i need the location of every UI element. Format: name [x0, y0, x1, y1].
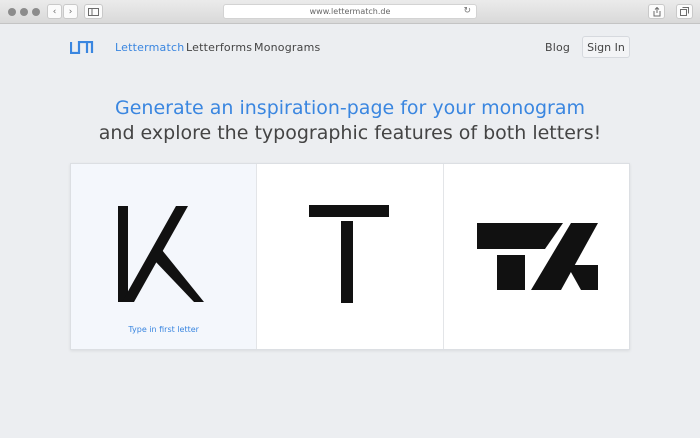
address-bar[interactable]: www.lettermatch.de ↻	[223, 4, 477, 19]
share-icon	[653, 6, 660, 16]
letter-t-glyph	[309, 205, 390, 303]
browser-toolbar: ‹ › www.lettermatch.de ↻	[0, 0, 700, 24]
lettermatch-logo-icon[interactable]	[69, 39, 94, 58]
tabs-icon	[680, 7, 689, 16]
headline-line-2: and explore the typographic features of …	[98, 122, 602, 144]
monogram-card[interactable]	[444, 164, 629, 349]
chevron-left-icon: ‹	[52, 6, 57, 17]
sidebar-button[interactable]	[84, 4, 103, 19]
url-text: www.lettermatch.de	[309, 7, 391, 16]
monogram-tk-glyph	[476, 223, 598, 290]
sign-in-button[interactable]: Sign In	[582, 36, 630, 58]
chevron-right-icon: ›	[68, 6, 73, 17]
nav-letterforms[interactable]: Letterforms	[186, 41, 252, 54]
first-letter-card[interactable]: Type in first letter	[71, 164, 258, 349]
headline-line-1: Generate an inspiration-page for your mo…	[114, 97, 585, 119]
first-letter-hint: Type in first letter	[128, 325, 199, 334]
letter-k-glyph	[118, 206, 204, 302]
monogram-cards: Type in first letter	[70, 163, 630, 350]
back-button[interactable]: ‹	[47, 4, 62, 19]
hero-headline: Generate an inspiration-page for your mo…	[0, 96, 700, 146]
share-button[interactable]	[648, 4, 665, 19]
sidebar-icon	[88, 7, 99, 16]
nav-blog[interactable]: Blog	[545, 41, 570, 54]
nav-lettermatch[interactable]: Lettermatch	[115, 41, 184, 54]
forward-button[interactable]: ›	[63, 4, 78, 19]
close-window-icon[interactable]	[8, 8, 16, 16]
minimize-window-icon[interactable]	[20, 8, 28, 16]
reload-icon[interactable]: ↻	[463, 6, 471, 16]
zoom-window-icon[interactable]	[32, 8, 40, 16]
second-letter-card[interactable]	[257, 164, 444, 349]
nav-monograms[interactable]: Monograms	[254, 41, 320, 54]
tabs-button[interactable]	[676, 4, 693, 19]
